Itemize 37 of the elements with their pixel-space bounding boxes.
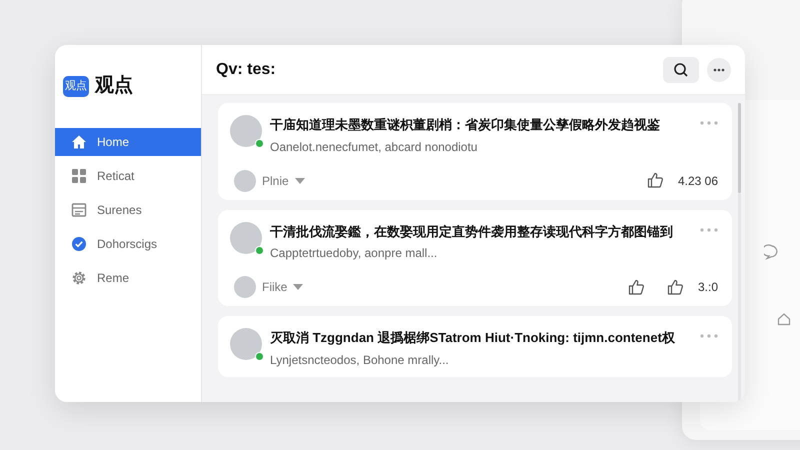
app-name: 观点	[95, 74, 133, 98]
sidebar-item[interactable]: Reme	[55, 264, 201, 292]
sidebar-item[interactable]: Reticat	[55, 162, 201, 190]
author-avatar	[234, 170, 256, 192]
author-avatar	[234, 276, 256, 298]
post-summary: Lynjetsncteodos, Bohone mrally...	[270, 352, 450, 368]
thumbs-up-icon[interactable]	[628, 278, 645, 296]
search-button[interactable]	[663, 56, 699, 82]
sidebar-item[interactable]: Dohorscigs	[55, 230, 201, 258]
post-title[interactable]: 干清批伐流娶鑑，在数娶现用定直势件袭用整存读现代科字方都图锚到	[270, 222, 692, 241]
post-summary: Oanelot.nenecfumet, abcard nonodiotu	[270, 138, 478, 156]
logo-mark: 观点	[63, 76, 89, 97]
author-name[interactable]: Plnie	[262, 172, 289, 190]
scrollbar[interactable]	[738, 103, 741, 402]
sidebar-item[interactable]: Surenes	[55, 196, 201, 224]
post-summary: Capptetrtuedoby, aonpre mall...	[270, 245, 438, 262]
page-title: Qv: tes:	[216, 60, 277, 80]
home-icon	[71, 134, 87, 150]
search-icon	[673, 62, 689, 78]
chat-bubble-icon	[764, 244, 780, 260]
like-count: 3.:0	[698, 279, 718, 296]
form-icon	[71, 202, 87, 218]
check-circle-icon	[71, 236, 87, 252]
caret-icon	[294, 178, 305, 184]
more-button[interactable]	[707, 58, 731, 82]
like-count: 4.23 06	[678, 172, 718, 190]
post-title[interactable]: 干庙知道理未墨数重谜枳董剧梢：省炭卬集使量公孳假略外发趋视鉴	[270, 115, 692, 134]
more-icon	[713, 68, 725, 72]
post-title[interactable]: 灭取消 Tzggndan 退撝椐绑STatrom Hiut·Tnoking: tijmn.contenet权	[270, 328, 692, 348]
thumbs-up-icon[interactable]	[646, 172, 664, 189]
settings-icon	[71, 270, 87, 286]
author-name[interactable]: Fiike	[262, 278, 288, 296]
sidebar-item[interactable]: Home	[55, 128, 201, 156]
thumbs-up-icon[interactable]	[666, 278, 684, 296]
grid-icon	[71, 168, 87, 184]
home-icon	[777, 312, 791, 326]
caret-icon	[293, 284, 304, 290]
